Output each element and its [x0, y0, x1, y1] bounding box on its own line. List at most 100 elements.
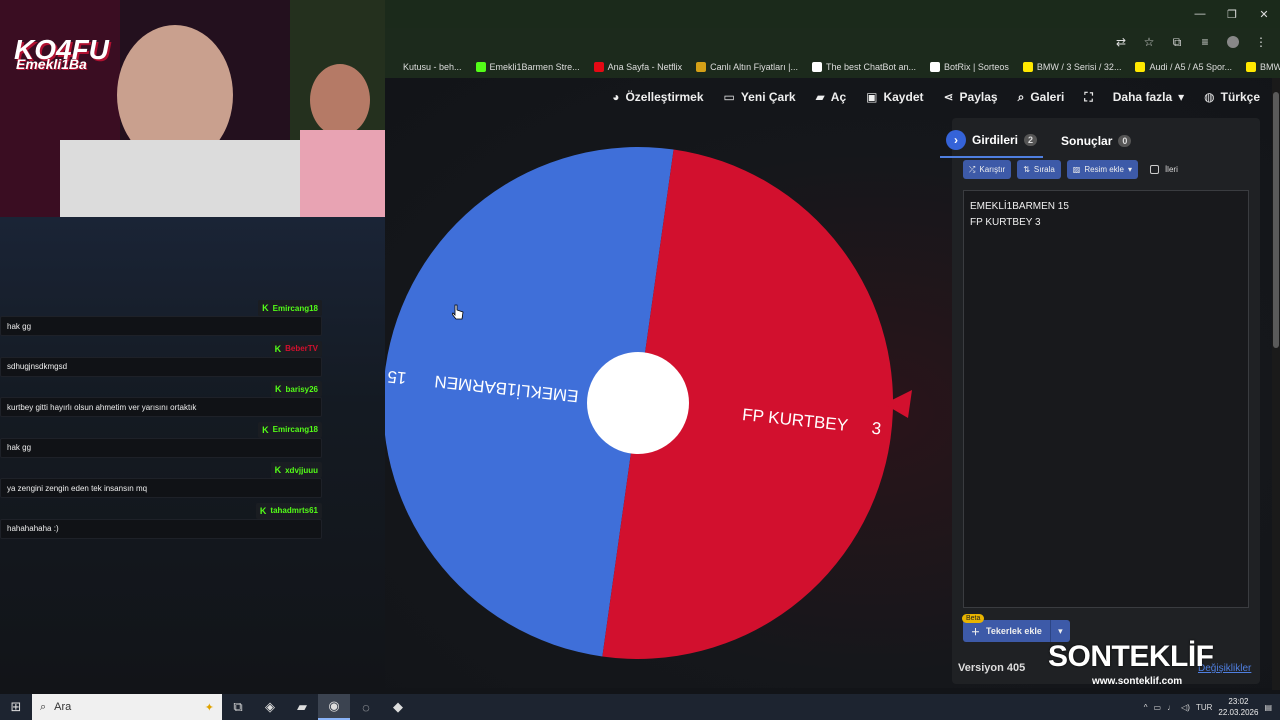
caret-down-icon: ▾: [1178, 90, 1185, 104]
bookmark-item[interactable]: Canlı Altın Fiyatları |...: [696, 62, 798, 72]
system-tray: ^ ▭ ♩ ◁) TUR 23:02 22.03.2026 ▤: [1144, 694, 1280, 720]
taskbar-search[interactable]: ⌕ Ara ✦: [32, 694, 222, 720]
wheel-center-hub[interactable]: [587, 352, 689, 454]
close-window-button[interactable]: ✕: [1248, 0, 1280, 28]
scrollbar-thumb[interactable]: [1273, 92, 1279, 348]
profile-avatar[interactable]: [1224, 33, 1242, 51]
entries-textarea[interactable]: EMEKLİ1BARMEN 15 FP KURTBEY 3: [963, 190, 1249, 608]
volume-icon[interactable]: ◁): [1181, 703, 1190, 712]
extensions-icon[interactable]: ⧉: [1168, 33, 1186, 51]
add-wheels-button[interactable]: ＋ Tekerlek ekle: [963, 620, 1050, 642]
gallery-button[interactable]: ⌕ Galeri: [1018, 90, 1065, 105]
fullscreen-icon: ⛶: [1084, 89, 1093, 104]
kick-badge-icon: K: [259, 505, 267, 516]
windows-start-button[interactable]: ⊞: [0, 694, 32, 720]
globe-icon: ◍: [1204, 90, 1215, 104]
chat-username[interactable]: Ktahadmrts61: [255, 502, 322, 519]
open-button[interactable]: ▰ Aç: [816, 90, 847, 104]
bookmark-item[interactable]: The best ChatBot an...: [811, 62, 916, 72]
sort-icon: ⇅: [1023, 165, 1030, 174]
chat-username[interactable]: Kxdvjjuuu: [270, 462, 322, 478]
kick-badge-icon: K: [274, 343, 282, 354]
bookmark-item[interactable]: Audi / A5 / A5 Spor...: [1135, 62, 1232, 72]
plus-icon: ＋: [971, 626, 981, 637]
tab-entries[interactable]: › Girdileri 2: [940, 126, 1044, 158]
sparkle-icon: ✦: [204, 701, 214, 714]
file-explorer-icon[interactable]: ▰: [286, 694, 318, 720]
checkbox-box[interactable]: [1149, 165, 1159, 174]
chrome-icon[interactable]: ◉: [318, 694, 350, 720]
kick-icon: [475, 62, 486, 72]
site-nav: ◕ Özelleştirmek ▭ Yeni Çark ▰ Aç ▣ Kaydet ⋖ P…: [385, 84, 1272, 110]
chatbot-icon: [811, 62, 822, 72]
entries-toolbar: ⤮ Karıştır ⇅ Sırala ▨ Resim ekle ▾ İleri: [963, 160, 1178, 179]
bookmark-item[interactable]: BMW / 3 Serisi / 32...: [1246, 62, 1280, 72]
translate-icon[interactable]: ⇄: [1112, 33, 1130, 51]
fullscreen-button[interactable]: ⛶: [1084, 90, 1092, 105]
bookmark-item[interactable]: BotRix | Sorteos: [930, 62, 1009, 72]
caret-down-icon: ▾: [1058, 625, 1063, 636]
panel-tabs: › Girdileri 2 Sonuçlar 0: [940, 126, 1137, 158]
palette-icon: ◕: [612, 90, 620, 104]
add-image-button[interactable]: ▨ Resim ekle ▾: [1066, 160, 1138, 179]
microphone-icon[interactable]: ♩: [1167, 703, 1175, 712]
entry-line: EMEKLİ1BARMEN 15: [970, 201, 1069, 212]
spinning-wheel[interactable]: EMEKLİ1BARMEN 15 FP KURTBEY 3: [382, 147, 894, 659]
chat-username[interactable]: K BeberTV: [270, 340, 322, 357]
language-indicator[interactable]: TUR: [1196, 703, 1212, 712]
chat-message: kurtbey gitti hayırlı olsun ahmetim ver …: [0, 397, 322, 417]
notification-icon[interactable]: ▤: [1264, 703, 1272, 712]
app-icon[interactable]: ◌: [350, 694, 382, 720]
entry-line: FP KURTBEY 3: [970, 217, 1041, 228]
chat-username[interactable]: K Emircang18: [258, 421, 322, 438]
add-wheels-dropdown[interactable]: ▾: [1049, 620, 1070, 642]
caret-down-icon: ▾: [1127, 165, 1132, 174]
network-icon[interactable]: ▭: [1154, 703, 1162, 712]
share-button[interactable]: ⋖ Paylaş: [943, 90, 997, 104]
app-icon[interactable]: ◆: [382, 694, 414, 720]
app-icon[interactable]: ◈: [254, 694, 286, 720]
chat-message: hak gg: [0, 316, 322, 336]
task-view-button[interactable]: ⧉: [222, 694, 254, 720]
chevron-right-icon[interactable]: ›: [946, 130, 966, 150]
playlist-icon[interactable]: ≡: [1196, 33, 1214, 51]
bookmark-item[interactable]: Emekli1Barmen Stre...: [475, 62, 580, 72]
minimize-button[interactable]: —: [1184, 0, 1216, 28]
chat-message: hahahahaha :): [0, 518, 322, 539]
window-controls: — ❐ ✕: [1184, 0, 1280, 28]
chat-username[interactable]: K Emircang18: [258, 300, 322, 316]
sahibinden-icon: [1135, 62, 1146, 72]
star-icon[interactable]: ☆: [1140, 33, 1158, 51]
shuffle-button[interactable]: ⤮ Karıştır: [963, 160, 1012, 179]
save-button[interactable]: ▣ Kaydet: [866, 90, 923, 104]
kebab-menu-icon[interactable]: ⋮: [1252, 33, 1270, 51]
netflix-icon: [593, 62, 604, 72]
bookmark-item[interactable]: BMW / 3 Serisi / 32...: [1022, 62, 1121, 72]
entries-count-badge: 2: [1024, 134, 1038, 146]
advanced-checkbox[interactable]: İleri: [1149, 165, 1178, 174]
address-bar-actions: ⇄ ☆ ⧉ ≡ ⋮: [1112, 33, 1270, 51]
chevron-up-icon[interactable]: ^: [1144, 703, 1148, 712]
bookmark-item[interactable]: Kutusu - beh...: [389, 62, 462, 72]
kick-badge-icon: K: [262, 424, 269, 435]
image-icon: ▨: [1072, 165, 1081, 174]
doc-icon: [389, 62, 399, 72]
new-wheel-button[interactable]: ▭ Yeni Çark: [724, 90, 796, 104]
results-count-badge: 0: [1118, 135, 1132, 147]
clock[interactable]: 23:02 22.03.2026: [1218, 696, 1258, 718]
more-menu-button[interactable]: Daha fazla ▾: [1113, 90, 1184, 104]
restore-button[interactable]: ❐: [1216, 0, 1248, 28]
bookmark-item[interactable]: Ana Sayfa - Netflix: [593, 62, 682, 72]
chat-message: sdhugjnsdkmgsd: [0, 356, 322, 377]
file-icon: ▭: [723, 90, 735, 104]
webcam-feed: KO4FU Emekli1Ba: [0, 0, 385, 217]
sahibinden-icon: [1022, 62, 1033, 72]
save-icon: ▣: [866, 90, 878, 104]
tab-results[interactable]: Sonuçlar 0: [1055, 130, 1137, 154]
chat-message: ya zengini zengin eden tek insansın mq: [0, 478, 322, 498]
language-button[interactable]: ◍ Türkçe: [1204, 90, 1260, 104]
wheel-svg[interactable]: EMEKLİ1BARMEN 15 FP KURTBEY 3: [382, 147, 894, 659]
customize-button[interactable]: ◕ Özelleştirmek: [612, 90, 703, 104]
chat-username[interactable]: Kbarisy26: [271, 381, 322, 397]
sort-button[interactable]: ⇅ Sırala: [1017, 160, 1061, 179]
